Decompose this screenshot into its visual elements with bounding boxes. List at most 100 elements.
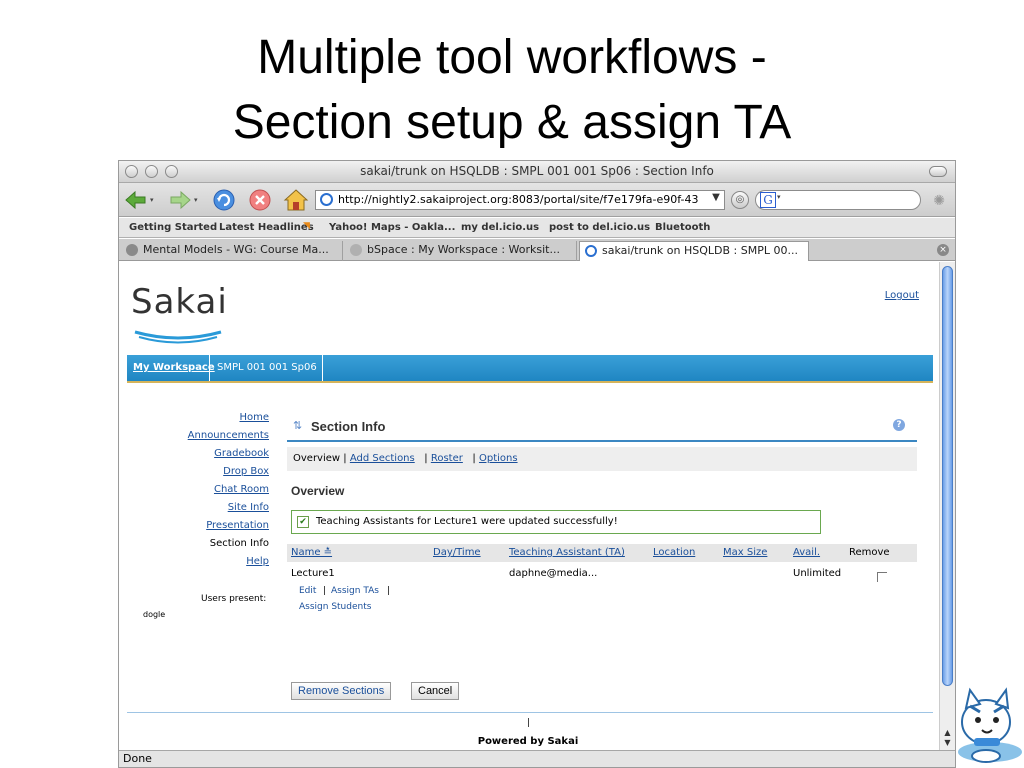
navigation-toolbar: ▾ ▾ http://nightly2.sakaiproject.org:808… bbox=[119, 183, 955, 217]
close-tab-icon[interactable]: × bbox=[937, 244, 949, 256]
assign-students-link[interactable]: Assign Students bbox=[299, 602, 371, 612]
tab-bspace[interactable]: bSpace : My Workspace : Worksit... bbox=[345, 241, 577, 261]
tool-menu-site-info[interactable]: Site Info bbox=[228, 502, 269, 513]
mascot-cat-image bbox=[958, 687, 1022, 763]
row-link-separator: | bbox=[323, 586, 327, 596]
tool-sub-navigation: Overview | Add Sections | Roster | Optio… bbox=[287, 447, 917, 471]
column-header-remove: Remove bbox=[849, 547, 890, 558]
status-bar: Done bbox=[119, 750, 955, 767]
overview-heading: Overview bbox=[291, 484, 345, 498]
subnav-separator: | bbox=[340, 453, 350, 464]
reload-icon[interactable] bbox=[211, 187, 237, 213]
remove-section-checkbox[interactable] bbox=[877, 572, 887, 582]
bookmarks-bar: Getting Started Latest Headlines ◥ Yahoo… bbox=[119, 218, 955, 238]
tool-menu-section-info: Section Info bbox=[209, 538, 269, 549]
success-check-icon: ✔ bbox=[297, 516, 309, 528]
forward-dropdown-icon[interactable]: ▾ bbox=[194, 196, 198, 204]
tab-sakai-trunk[interactable]: sakai/trunk on HSQLDB : SMPL 00... bbox=[579, 241, 809, 261]
subnav-add-sections[interactable]: Add Sections bbox=[350, 453, 415, 464]
site-navigation: My Workspace SMPL 001 001 Sp06 bbox=[127, 355, 933, 383]
column-header-location[interactable]: Location bbox=[653, 547, 695, 558]
home-icon[interactable] bbox=[283, 187, 309, 213]
tab-strip: Mental Models - WG: Course Ma... bSpace … bbox=[119, 239, 955, 261]
bookmark-yahoo-maps[interactable]: Yahoo! Maps - Oakla... bbox=[329, 222, 455, 233]
slide: Multiple tool workflows - Section setup … bbox=[0, 0, 1024, 768]
go-button-icon[interactable]: ◎ bbox=[731, 191, 749, 209]
powered-by-sakai: Powered by Sakai bbox=[477, 736, 579, 747]
rss-feed-icon: ◥ bbox=[303, 221, 310, 231]
tab-favicon-icon bbox=[350, 244, 362, 256]
browser-window: sakai/trunk on HSQLDB : SMPL 001 001 Sp0… bbox=[118, 160, 956, 768]
site-favicon-icon bbox=[320, 193, 333, 206]
title-bar: sakai/trunk on HSQLDB : SMPL 001 001 Sp0… bbox=[119, 161, 955, 183]
section-ta: daphne@media... bbox=[509, 568, 598, 579]
help-icon[interactable]: ? bbox=[893, 419, 905, 431]
footer-separator: | bbox=[527, 718, 531, 728]
section-avail: Unlimited bbox=[793, 568, 842, 579]
google-search-engine-icon[interactable]: G bbox=[760, 192, 776, 208]
tab-favicon-icon bbox=[126, 244, 138, 256]
subnav-overview-current: Overview bbox=[293, 453, 341, 464]
bookmark-getting-started[interactable]: Getting Started bbox=[129, 222, 217, 233]
stop-icon[interactable] bbox=[247, 187, 273, 213]
tab-favicon-icon bbox=[585, 245, 597, 257]
success-message-text: Teaching Assistants for Lecture1 were up… bbox=[316, 516, 618, 527]
status-text: Done bbox=[123, 752, 152, 765]
search-input[interactable]: G ▾ bbox=[755, 190, 921, 210]
remove-sections-button[interactable]: Remove Sections bbox=[291, 682, 392, 700]
toolbar-toggle-icon[interactable] bbox=[929, 166, 947, 177]
reset-tool-icon[interactable]: ⇅ bbox=[293, 419, 302, 432]
cancel-button[interactable]: Cancel bbox=[411, 682, 460, 700]
tool-title: Section Info bbox=[311, 419, 386, 434]
search-engine-dropdown-icon[interactable]: ▾ bbox=[777, 193, 781, 201]
subnav-roster[interactable]: Roster bbox=[431, 453, 463, 464]
tool-menu-help[interactable]: Help bbox=[246, 556, 269, 567]
slide-title-line1: Multiple tool workflows - bbox=[257, 31, 767, 84]
window-title: sakai/trunk on HSQLDB : SMPL 001 001 Sp0… bbox=[360, 164, 714, 178]
site-tab-my-workspace[interactable]: My Workspace bbox=[133, 362, 215, 373]
tool-menu-announcements[interactable]: Announcements bbox=[188, 430, 269, 441]
url-history-dropdown[interactable]: ▼ bbox=[709, 192, 723, 208]
loading-throbber-icon: ✺ bbox=[933, 193, 945, 209]
url-text: http://nightly2.sakaiproject.org:8083/po… bbox=[338, 193, 699, 206]
forward-arrow-icon[interactable] bbox=[167, 187, 193, 213]
column-header-max-size[interactable]: Max Size bbox=[723, 547, 767, 558]
users-present-label: Users present: bbox=[201, 594, 267, 604]
column-header-ta[interactable]: Teaching Assistant (TA) bbox=[509, 547, 625, 558]
row-link-separator: | bbox=[387, 586, 391, 596]
sakai-logo-swoosh bbox=[134, 330, 222, 344]
success-message: ✔ Teaching Assistants for Lecture1 were … bbox=[291, 510, 821, 534]
section-name: Lecture1 bbox=[291, 568, 335, 579]
logout-link[interactable]: Logout bbox=[885, 290, 919, 301]
tool-menu-presentation[interactable]: Presentation bbox=[206, 520, 269, 531]
scrollbar-thumb[interactable] bbox=[942, 266, 953, 686]
tool-menu-gradebook[interactable]: Gradebook bbox=[214, 448, 269, 459]
edit-section-link[interactable]: Edit bbox=[299, 586, 316, 596]
site-tab-smpl-001[interactable]: SMPL 001 001 Sp06 bbox=[217, 362, 317, 373]
back-arrow-icon[interactable] bbox=[123, 187, 149, 213]
present-user-name: dogle bbox=[143, 610, 166, 619]
sakai-logo: Sakai bbox=[131, 282, 228, 322]
bookmark-post-to-delicious[interactable]: post to del.icio.us bbox=[549, 222, 650, 233]
subnav-options[interactable]: Options bbox=[479, 453, 518, 464]
column-header-avail[interactable]: Avail. bbox=[793, 547, 820, 558]
tab-mental-models[interactable]: Mental Models - WG: Course Ma... bbox=[121, 241, 343, 261]
tab-label: bSpace : My Workspace : Worksit... bbox=[367, 243, 560, 256]
footer-divider bbox=[127, 712, 933, 713]
tab-label: sakai/trunk on HSQLDB : SMPL 00... bbox=[602, 244, 798, 257]
page-content: Sakai Logout My Workspace SMPL 001 001 S… bbox=[119, 262, 937, 750]
bookmark-bluetooth[interactable]: Bluetooth bbox=[655, 222, 710, 233]
back-dropdown-icon[interactable]: ▾ bbox=[150, 196, 154, 204]
bookmark-latest-headlines[interactable]: Latest Headlines bbox=[219, 222, 314, 233]
tool-menu-chat-room[interactable]: Chat Room bbox=[214, 484, 269, 495]
tool-header: ⇅ Section Info ? bbox=[287, 414, 917, 442]
table-header-row: Name ≛ Day/Time Teaching Assistant (TA) … bbox=[287, 544, 917, 562]
url-input[interactable]: http://nightly2.sakaiproject.org:8083/po… bbox=[315, 190, 725, 210]
assign-tas-link[interactable]: Assign TAs bbox=[331, 586, 379, 596]
column-header-name[interactable]: Name ≛ bbox=[291, 547, 332, 558]
slide-title-line2: Section setup & assign TA bbox=[232, 96, 792, 149]
column-header-daytime[interactable]: Day/Time bbox=[433, 547, 481, 558]
tool-menu-drop-box[interactable]: Drop Box bbox=[223, 466, 269, 477]
tool-menu-home[interactable]: Home bbox=[239, 412, 269, 423]
bookmark-my-delicious[interactable]: my del.icio.us bbox=[461, 222, 539, 233]
